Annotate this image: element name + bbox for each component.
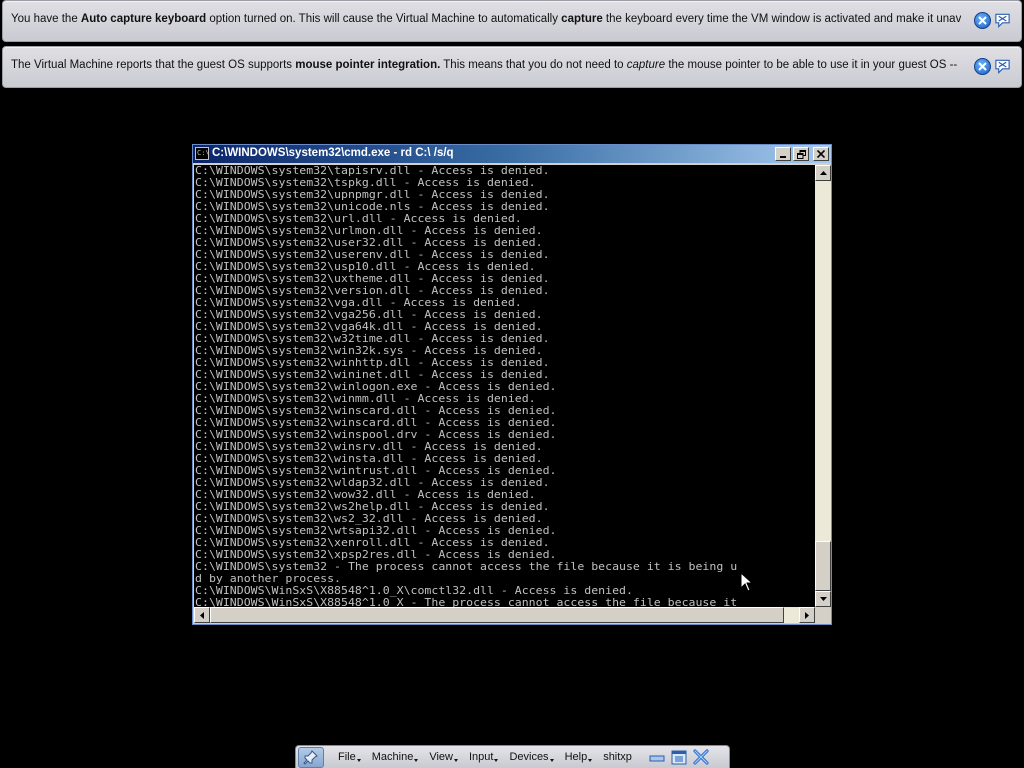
vm-mini-toolbar: File Machine View Input Devices Help shi… bbox=[295, 745, 730, 768]
minimize-vm-button[interactable] bbox=[648, 749, 666, 765]
console-line: C:\WINDOWS\WinSxS\X88548^1.0_X - The pro… bbox=[195, 596, 738, 608]
close-icon[interactable] bbox=[974, 12, 991, 29]
vertical-scrollbar[interactable] bbox=[815, 165, 831, 607]
speech-bubble-icon[interactable] bbox=[994, 58, 1011, 75]
close-icon bbox=[693, 749, 709, 765]
console-text: C:\WINDOWS\system32\tapisrv.dll - Access… bbox=[194, 165, 815, 607]
scroll-up-button[interactable] bbox=[815, 165, 831, 181]
minimize-icon bbox=[649, 755, 665, 762]
cmd-icon[interactable]: C:\ bbox=[195, 147, 210, 160]
menu-view[interactable]: View bbox=[421, 751, 461, 763]
notification-text-segment: Auto capture keyboard bbox=[80, 13, 207, 25]
restore-icon bbox=[671, 750, 687, 764]
exit-fullscreen-button[interactable] bbox=[670, 749, 688, 765]
menu-devices[interactable]: Devices bbox=[501, 751, 556, 763]
scroll-left-button[interactable] bbox=[194, 607, 210, 623]
notification-text-segment: option turned on. This will cause the Vi… bbox=[206, 13, 562, 25]
notification-text: The Virtual Machine reports that the gue… bbox=[11, 59, 961, 71]
window-controls bbox=[775, 147, 829, 161]
notification-text-segment: mouse pointer integration. bbox=[295, 59, 441, 71]
close-icon bbox=[817, 150, 825, 158]
window-title: C:\WINDOWS\system32\cmd.exe - rd C:\ /s/… bbox=[212, 147, 454, 159]
arrow-down-icon bbox=[819, 597, 827, 601]
notification-text-segment: The Virtual Machine reports that the gue… bbox=[11, 59, 296, 71]
minimize-button[interactable] bbox=[775, 147, 791, 161]
minimize-icon bbox=[780, 156, 786, 158]
arrow-up-icon bbox=[819, 171, 827, 175]
notification-text-segment: capture bbox=[561, 13, 603, 25]
close-icon[interactable] bbox=[974, 58, 991, 75]
menu-file[interactable]: File bbox=[330, 751, 364, 763]
notification-mouse-integration: The Virtual Machine reports that the gue… bbox=[2, 46, 1022, 88]
menu-help[interactable]: Help bbox=[557, 751, 596, 763]
horizontal-scroll-thumb[interactable] bbox=[210, 607, 784, 623]
close-vm-button[interactable] bbox=[692, 749, 710, 765]
arrow-left-icon bbox=[200, 611, 204, 619]
restore-button[interactable] bbox=[793, 147, 809, 161]
notification-text-segment: capture bbox=[626, 59, 666, 71]
scroll-down-button[interactable] bbox=[815, 591, 831, 607]
pin-icon bbox=[303, 750, 318, 765]
scroll-right-button[interactable] bbox=[799, 607, 815, 623]
restore-icon bbox=[796, 149, 806, 159]
notification-buttons bbox=[974, 58, 1011, 75]
horizontal-scrollbar[interactable] bbox=[194, 607, 815, 623]
notification-auto-capture-keyboard: You have the Auto capture keyboard optio… bbox=[2, 0, 1022, 42]
vertical-scroll-thumb[interactable] bbox=[815, 541, 831, 591]
notification-buttons bbox=[974, 12, 1011, 29]
menu-input[interactable]: Input bbox=[461, 751, 501, 763]
console-output[interactable]: C:\WINDOWS\system32\tapisrv.dll - Access… bbox=[194, 165, 815, 607]
notification-text-segment: This means that you do not need to bbox=[440, 59, 627, 71]
vm-name-label: shitxp bbox=[603, 751, 632, 763]
notification-text-segment: the keyboard every time the VM window is… bbox=[605, 13, 961, 25]
menu-machine[interactable]: Machine bbox=[364, 751, 422, 763]
close-button[interactable] bbox=[813, 147, 829, 161]
arrow-right-icon bbox=[805, 611, 809, 619]
mouse-pointer-icon bbox=[740, 572, 752, 592]
speech-bubble-icon[interactable] bbox=[994, 12, 1011, 29]
pin-button[interactable] bbox=[298, 746, 324, 768]
notification-text: You have the Auto capture keyboard optio… bbox=[11, 13, 961, 25]
cmd-window[interactable]: C:\ C:\WINDOWS\system32\cmd.exe - rd C:\… bbox=[192, 144, 832, 625]
scrollbar-corner bbox=[815, 607, 831, 623]
window-titlebar[interactable]: C:\ C:\WINDOWS\system32\cmd.exe - rd C:\… bbox=[193, 145, 831, 163]
notification-text-segment: You have the bbox=[11, 13, 81, 25]
notification-text-segment: the mouse pointer to be able to use it i… bbox=[668, 59, 961, 71]
